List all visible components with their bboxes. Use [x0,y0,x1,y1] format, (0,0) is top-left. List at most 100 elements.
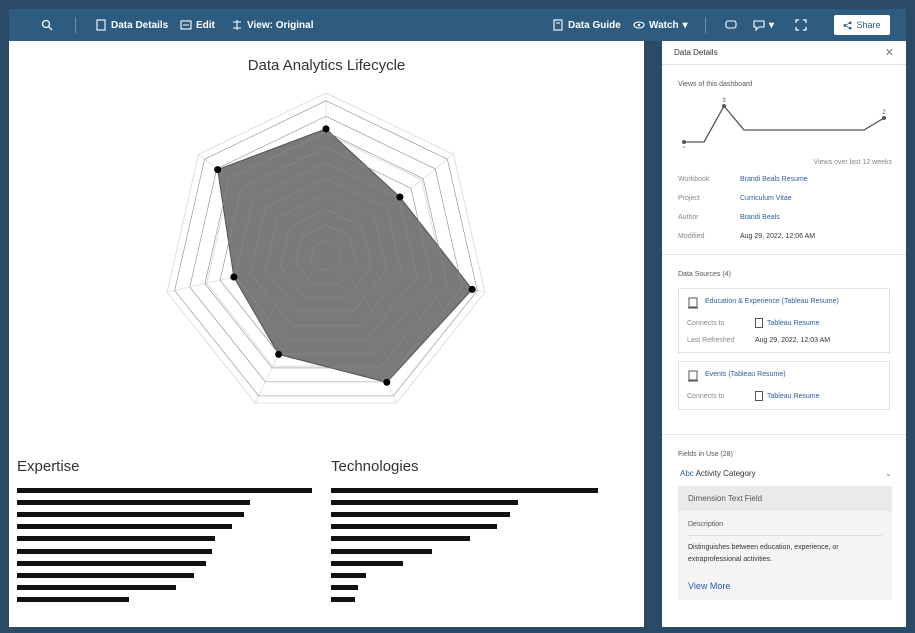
data-source-card: Events (Tableau Resume) Connects to Table… [678,361,890,410]
meta-key: Modified [678,233,705,240]
radar-point[interactable] [214,166,222,174]
description-text: Distinguishes between education, experie… [688,544,839,563]
bar[interactable] [17,560,206,566]
bar[interactable] [331,596,356,602]
data-details-button[interactable]: Data Details [95,19,168,31]
field-item[interactable]: Abc Activity Category ⌄ [662,464,906,482]
radar-point[interactable] [383,378,391,386]
alert-icon [753,20,765,31]
file-icon [755,318,763,328]
chevron-down-icon: ▾ [682,19,688,31]
bar[interactable] [331,488,598,493]
refreshed-label: Last Refreshed [687,337,735,344]
chevron-down-icon: ⌄ [885,468,892,478]
radar-point[interactable] [275,350,283,358]
workbook-link[interactable]: Brandi Beals Resume [740,176,808,183]
bar[interactable] [17,524,233,530]
watch-button[interactable]: Watch ▾ [633,19,688,31]
zoom-icon[interactable] [41,19,53,31]
data-source-link[interactable]: Events (Tableau Resume) [687,370,881,382]
project-link[interactable]: Curriculum Vitae [740,195,792,202]
edit-button[interactable]: Edit [180,19,215,31]
bar[interactable] [331,584,358,590]
data-guide-button[interactable]: Data Guide [552,19,621,31]
data-source-title: Education & Experience (Tableau Resume) [705,298,839,305]
bar[interactable] [17,548,212,554]
field-type: Dimension Text Field [678,486,892,511]
bar[interactable] [17,488,312,493]
share-label: Share [856,20,881,30]
bar[interactable] [17,572,194,578]
share-icon [843,20,853,30]
data-source-link[interactable]: Education & Experience (Tableau Resume) [687,297,881,309]
bar[interactable] [331,524,497,530]
bar[interactable] [331,560,404,566]
bar[interactable] [331,500,518,506]
connects-value: Tableau Resume [767,392,820,400]
bar[interactable] [17,536,215,542]
views-point-label: 0 [682,147,686,148]
watch-label: Watch [649,19,679,31]
views-section: Views of this dashboard 0 3 2 Views over l… [662,65,906,255]
meta-key: Author [678,214,699,221]
workbook-meta: Workbook Brandi Beals Resume Project Curri… [662,170,906,246]
data-details-panel: Data Details ✕ Views of this dashboard 0… [662,41,906,627]
bar[interactable] [17,596,130,602]
data-details-label: Data Details [111,19,169,31]
close-icon[interactable]: ✕ [885,46,894,59]
data-sources-label: Data Sources (4) [678,271,731,278]
views-label: Views of this dashboard [678,81,753,88]
refreshed-value: Aug 29, 2022, 12:03 AM [755,337,831,344]
connects-label: Connects to [687,319,725,327]
comments-icon[interactable] [725,19,737,31]
views-caption: Views over last 12 weeks [813,159,892,166]
bar[interactable] [331,512,510,518]
edit-label: Edit [196,19,215,31]
bar[interactable] [17,512,245,518]
views-point [722,104,726,108]
connects-label: Connects to [687,392,725,400]
data-source-icon [688,297,698,309]
view-original-label: View: Original [247,19,314,31]
description-label: Description [688,519,882,536]
data-sources-section: Data Sources (4) Education & Experience … [662,255,906,435]
connects-link[interactable]: Tableau Resume [755,318,820,328]
connects-row: Connects to Tableau Resume [687,391,881,401]
radar-point[interactable] [230,273,238,281]
author-link[interactable]: Brandi Beals [740,214,780,221]
meta-row: Workbook Brandi Beals Resume [662,170,906,189]
connects-value: Tableau Resume [767,319,820,327]
panel-title: Data Details [674,48,718,57]
eye-icon [633,21,645,29]
view-original-button[interactable]: View: Original [231,19,314,31]
radar-point[interactable] [468,285,476,293]
data-source-icon [688,370,698,382]
alerts-button[interactable]: ▾ [753,19,774,31]
modified-date: Aug 29, 2022, 12:06 AM [740,233,816,240]
meta-row: Author Brandi Beals [662,208,906,227]
connects-link[interactable]: Tableau Resume [755,391,820,401]
views-point-label: 3 [722,98,726,104]
bar[interactable] [17,584,177,590]
bar[interactable] [17,500,251,506]
radar-point[interactable] [322,125,330,133]
fields-label: Fields in Use (28) [678,451,733,458]
data-source-card: Education & Experience (Tableau Resume) … [678,288,890,353]
radar-point[interactable] [396,193,404,201]
view-icon [233,20,241,30]
field-body: Description Distinguishes between educat… [678,511,892,600]
toolbar: Data Details Edit View: Original Data Gu… [9,9,906,41]
share-button[interactable]: Share [834,15,890,35]
views-point-label: 2 [882,110,886,116]
bar[interactable] [331,572,366,578]
fullscreen-icon[interactable] [795,19,807,31]
views-point [682,140,686,144]
document-icon [96,19,106,31]
file-icon [755,391,763,401]
view-more-link[interactable]: View More [688,580,882,592]
meta-row: Project Curriculum Vitae [662,189,906,208]
radar-chart [166,92,486,404]
bar[interactable] [331,536,470,542]
dimension-icon: Abc [680,468,696,478]
bar[interactable] [331,548,433,554]
